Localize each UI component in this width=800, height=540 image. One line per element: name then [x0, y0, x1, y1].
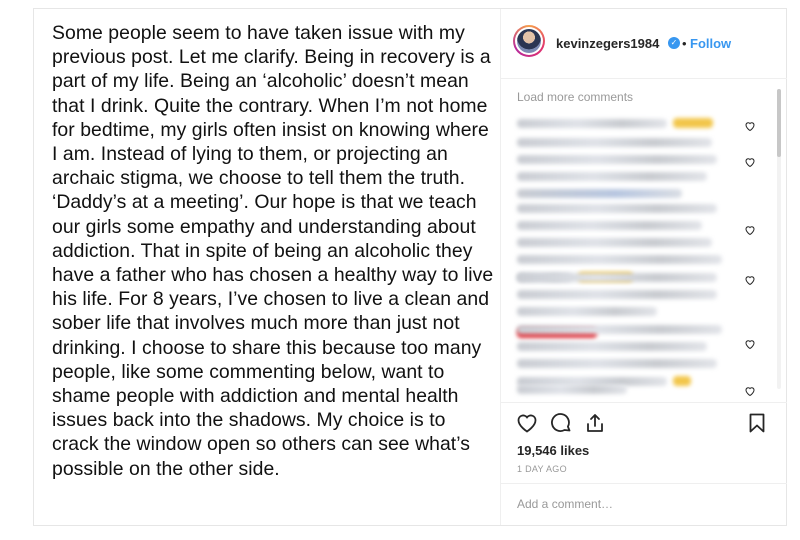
post-header: kevinzegers1984 ✓ • Follow — [501, 9, 787, 79]
post-caption-image-text: Some people seem to have taken issue wit… — [52, 22, 494, 480]
separator-dot: • — [682, 36, 687, 51]
comment-bubble-icon[interactable] — [549, 411, 573, 435]
like-heart-icon[interactable] — [515, 411, 539, 435]
heart-outline-icon[interactable] — [744, 385, 756, 397]
list-item — [517, 138, 737, 206]
post-timestamp[interactable]: 1 DAY AGO — [517, 464, 567, 474]
post-image: Some people seem to have taken issue wit… — [34, 9, 500, 525]
list-item — [517, 204, 737, 282]
heart-outline-icon[interactable] — [744, 156, 756, 168]
heart-outline-icon[interactable] — [744, 338, 756, 350]
list-item — [517, 325, 737, 386]
add-comment-input[interactable] — [517, 494, 767, 514]
heart-outline-icon[interactable] — [744, 120, 756, 132]
add-comment-bar — [501, 483, 787, 525]
heart-outline-icon[interactable] — [744, 224, 756, 236]
comments-list[interactable]: Load more comments — [501, 80, 787, 402]
username-link[interactable]: kevinzegers1984 — [556, 36, 659, 51]
list-item — [517, 385, 737, 402]
comments-scrollbar-thumb[interactable] — [777, 89, 781, 157]
avatar[interactable] — [513, 25, 545, 57]
load-more-comments-button[interactable]: Load more comments — [517, 90, 633, 104]
follow-button[interactable]: Follow — [690, 36, 731, 51]
likes-count[interactable]: 19,546 likes — [517, 443, 589, 458]
list-item — [517, 118, 737, 128]
verified-badge-icon: ✓ — [668, 37, 680, 49]
avatar-image — [517, 29, 541, 53]
post-side-panel: kevinzegers1984 ✓ • Follow Load more com… — [500, 9, 787, 525]
heart-outline-icon[interactable] — [744, 274, 756, 286]
save-bookmark-icon[interactable] — [745, 411, 769, 435]
post-actions: 19,546 likes 1 DAY AGO — [501, 402, 787, 492]
share-icon[interactable] — [583, 411, 607, 435]
